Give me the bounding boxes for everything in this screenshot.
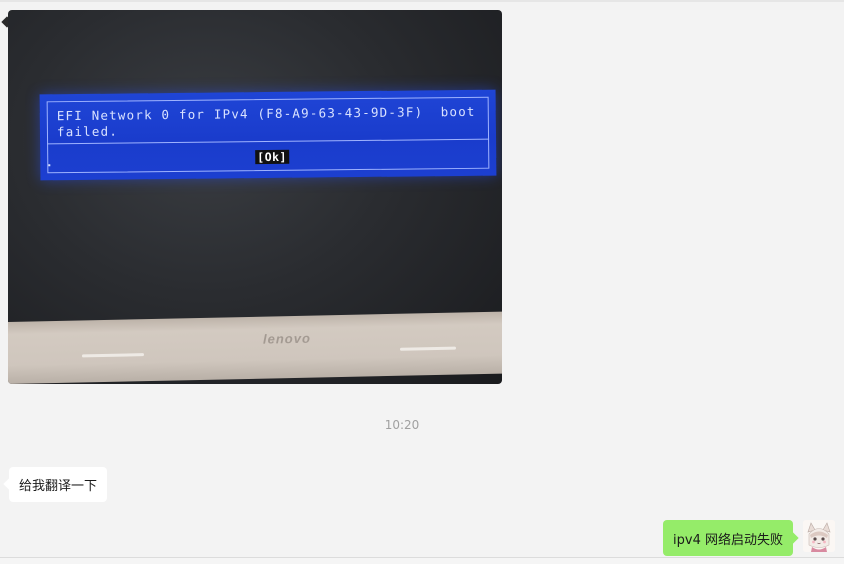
incoming-bubble-tail [3,478,15,490]
bios-error-text: EFI Network 0 for IPv4 (F8-A9-63-43-9D-3… [56,103,476,140]
anime-avatar-icon [803,520,835,552]
user-avatar[interactable] [803,520,835,552]
bezel-speaker-left [82,353,144,358]
bios-ok-button: [Ok] [255,149,290,165]
input-area-edge [0,558,844,564]
outgoing-bubble-tail [787,532,799,544]
bezel-speaker-right [400,346,456,351]
message-timestamp: 10:20 [384,418,420,432]
incoming-message-bubble[interactable]: 给我翻译一下 [3,467,108,502]
image-message[interactable]: EFI Network 0 for IPv4 (F8-A9-63-43-9D-3… [8,10,502,384]
bios-error-dialog: EFI Network 0 for IPv4 (F8-A9-63-43-9D-3… [39,89,497,181]
bezel-brand-logo: lenovo [263,330,311,347]
outgoing-message-text: ipv4 网络启动失败 [673,532,783,548]
incoming-message-text: 给我翻译一下 [19,479,98,494]
outgoing-message-bubble[interactable]: ipv4 网络启动失败 [663,520,799,556]
laptop-bezel: lenovo [8,311,502,384]
bios-cursor [48,164,51,167]
top-divider [0,0,844,2]
